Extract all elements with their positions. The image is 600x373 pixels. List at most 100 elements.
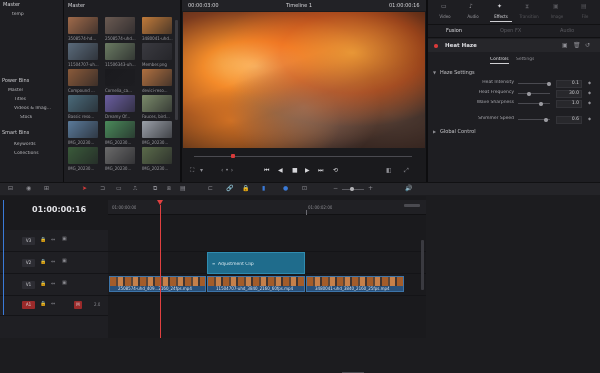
- timeline-playhead[interactable]: [160, 205, 161, 338]
- auto-select-icon[interactable]: ⇔: [51, 282, 55, 287]
- timeline-name[interactable]: Timeline 1: [286, 3, 312, 9]
- clip-thumbnail[interactable]: [105, 43, 135, 60]
- audio-meter-icon[interactable]: ⊞: [44, 186, 49, 192]
- loop-icon[interactable]: ⟲: [333, 168, 338, 174]
- jog-icon[interactable]: ‹ • ›: [221, 168, 233, 174]
- tab-open-fx[interactable]: Open FX: [500, 28, 521, 34]
- track-visibility-icon[interactable]: ▣: [62, 237, 67, 242]
- track-id-a1[interactable]: A1: [22, 301, 35, 309]
- lock-icon[interactable]: 🔒: [40, 302, 46, 307]
- split-view-icon[interactable]: ◧: [386, 168, 392, 174]
- param-slider[interactable]: [518, 117, 550, 122]
- clip-thumbnail[interactable]: [142, 121, 172, 138]
- tab-file[interactable]: File: [574, 14, 596, 19]
- clip-thumbnail[interactable]: [105, 147, 135, 164]
- param-slider[interactable]: [518, 91, 550, 96]
- media-pool-scrollbar[interactable]: [175, 20, 178, 120]
- power-bin-item[interactable]: Videos & Imag...: [14, 106, 51, 111]
- clip-thumbnail[interactable]: [68, 147, 98, 164]
- clip-thumbnail[interactable]: [142, 17, 172, 34]
- timeline-clip[interactable]: 3480041-uhd_3840_2160_25fps.mp4: [306, 276, 404, 292]
- clip-thumbnail[interactable]: [105, 17, 135, 34]
- keyframe-icon[interactable]: ◆: [588, 91, 591, 95]
- effect-reset-icon[interactable]: ▣: [562, 43, 568, 49]
- chevron-down-icon[interactable]: ▼: [433, 71, 436, 75]
- replace-icon[interactable]: ▤: [180, 186, 186, 192]
- lock-icon[interactable]: 🔒: [40, 260, 46, 265]
- tab-settings[interactable]: Settings: [516, 57, 534, 62]
- param-slider[interactable]: [518, 81, 552, 86]
- play-icon[interactable]: ▶: [305, 168, 310, 174]
- auto-select-icon[interactable]: ⇔: [51, 238, 55, 243]
- clip-thumbnail[interactable]: [142, 147, 172, 164]
- link-icon[interactable]: 🔗: [226, 186, 233, 192]
- clip-thumbnail[interactable]: [105, 95, 135, 112]
- image-icon[interactable]: ▣: [553, 4, 559, 10]
- flag-icon[interactable]: ▮: [262, 186, 265, 192]
- video-icon[interactable]: ▭: [441, 4, 447, 10]
- param-value[interactable]: 30.0: [556, 90, 582, 98]
- clip-thumbnail[interactable]: [142, 69, 172, 86]
- smart-bin-item[interactable]: Keywords: [14, 142, 36, 147]
- tab-audio-fx[interactable]: Audio: [560, 28, 574, 34]
- viewer-scrubber[interactable]: [194, 156, 412, 157]
- timeline-scrollbar[interactable]: [404, 204, 420, 207]
- smart-bin-item[interactable]: Collections: [14, 151, 39, 156]
- marker-icon[interactable]: ●: [283, 186, 288, 192]
- bin-temp[interactable]: temp: [12, 12, 24, 17]
- file-icon[interactable]: ▤: [581, 4, 587, 10]
- track-visibility-icon[interactable]: ▣: [62, 259, 67, 264]
- select-tool-icon[interactable]: ➤: [82, 186, 87, 192]
- clip-thumbnail[interactable]: [68, 43, 98, 60]
- effects-icon[interactable]: ✦: [497, 4, 502, 10]
- tab-transition[interactable]: Transition: [518, 14, 540, 19]
- param-value[interactable]: 0.6: [556, 116, 582, 124]
- tab-effects[interactable]: Effects: [490, 14, 512, 19]
- viewer-playhead[interactable]: [231, 154, 235, 158]
- overwrite-icon[interactable]: ⧈: [167, 186, 171, 192]
- zoom-fit-icon[interactable]: ⊡: [302, 186, 307, 192]
- param-value[interactable]: 1.0: [556, 100, 582, 108]
- clip-thumbnail[interactable]: [142, 95, 172, 112]
- stop-icon[interactable]: ■: [292, 168, 298, 174]
- layout-icon[interactable]: ⊟: [8, 186, 13, 192]
- bin-master[interactable]: Master: [3, 2, 20, 8]
- tab-video[interactable]: Video: [434, 14, 456, 19]
- effect-enable-icon[interactable]: [434, 44, 438, 48]
- timeline-clip[interactable]: 2508574-uhd_409...2160_24fps.mp4: [109, 276, 206, 292]
- section-global-control[interactable]: Global Control: [440, 129, 476, 135]
- snap-icon[interactable]: ⊏: [208, 186, 213, 192]
- clip-thumbnail[interactable]: [105, 121, 135, 138]
- track-id-v3[interactable]: V3: [22, 237, 35, 245]
- power-bin-item[interactable]: Stock: [20, 115, 32, 120]
- tab-audio[interactable]: Audio: [462, 14, 484, 19]
- lock-icon[interactable]: 🔒: [242, 186, 249, 192]
- skip-end-icon[interactable]: ⏭: [318, 168, 323, 174]
- effect-reset-all-icon[interactable]: ↺: [585, 43, 590, 49]
- clip-thumbnail[interactable]: [105, 69, 135, 86]
- tab-fusion[interactable]: Fusion: [446, 28, 462, 34]
- zoom-slider-knob[interactable]: [350, 187, 354, 191]
- effect-delete-icon[interactable]: 🗑: [573, 43, 581, 49]
- adjustment-clip[interactable]: ≡ Adjustment Clip: [207, 252, 305, 274]
- keyframe-icon[interactable]: ◆: [588, 101, 591, 105]
- zoom-out-icon[interactable]: −: [333, 186, 338, 192]
- trim-tool-icon[interactable]: ⊐: [100, 186, 105, 192]
- clip-thumbnail[interactable]: [68, 95, 98, 112]
- tab-image[interactable]: Image: [546, 14, 568, 19]
- viewer-dropdown-icon[interactable]: ▾: [200, 168, 203, 174]
- volume-icon[interactable]: 🔊: [405, 186, 412, 192]
- param-value[interactable]: 0.1: [556, 80, 582, 88]
- auto-select-icon[interactable]: ⇔: [51, 260, 55, 265]
- dynamic-trim-icon[interactable]: ▭: [116, 186, 122, 192]
- blade-tool-icon[interactable]: ⎍: [133, 186, 137, 192]
- clip-thumbnail[interactable]: [68, 121, 98, 138]
- power-bin-item[interactable]: Titles: [14, 97, 26, 102]
- track-visibility-icon[interactable]: ▣: [62, 281, 67, 286]
- eye-icon[interactable]: ◉: [26, 186, 31, 192]
- auto-select-icon[interactable]: ⇔: [51, 302, 55, 307]
- fullscreen-icon[interactable]: ⤢: [404, 168, 409, 174]
- param-slider[interactable]: [518, 101, 550, 106]
- timeline-ruler[interactable]: [108, 200, 426, 215]
- clip-thumbnail[interactable]: [142, 43, 172, 60]
